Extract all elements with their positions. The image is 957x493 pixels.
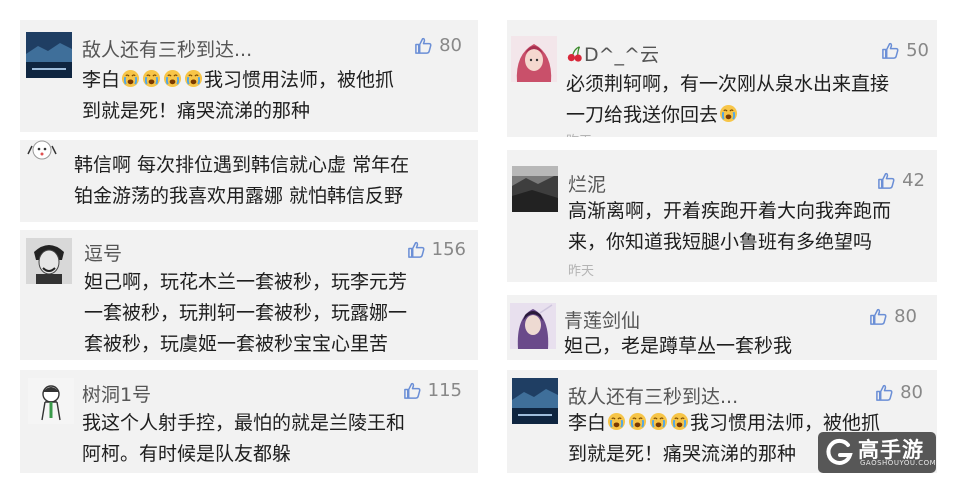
- thumbs-up-icon: [882, 42, 899, 59]
- text-segment: 李白: [82, 69, 121, 91]
- like-button[interactable]: 42: [877, 170, 925, 191]
- watermark-url: GAOSHOUYOU.COM: [860, 459, 937, 467]
- comment-text: 我这个人射手控，最怕的就是兰陵王和 阿柯。有时候是队友都躲: [82, 408, 405, 470]
- like-count: 50: [906, 40, 929, 61]
- site-watermark: 高手游 GAOSHOUYOU.COM: [818, 432, 936, 473]
- like-count: 115: [427, 380, 462, 401]
- like-count: 80: [439, 35, 462, 56]
- text-segment: 我习惯用法师，被他抓: [204, 69, 395, 91]
- username[interactable]: D^_^云: [566, 40, 659, 67]
- username[interactable]: 树洞1号: [82, 380, 151, 407]
- user-avatar[interactable]: [512, 378, 558, 424]
- comment-card: 敌人还有三秒到达... 80 李白 我习惯用法师，被他抓 到就是死！痛哭流涕的那种: [20, 20, 478, 132]
- user-avatar[interactable]: [22, 140, 68, 162]
- comment-text: 高渐离啊，开着疾跑开着大向我奔跑而 来，你知道我短腿小鲁班有多绝望吗: [568, 196, 891, 258]
- thumbs-up-icon: [878, 172, 895, 189]
- comment-line: 套被秒，玩虞姬一套被秒宝宝心里苦: [84, 333, 389, 355]
- crying-face-emoji: [607, 412, 626, 431]
- like-button[interactable]: 80: [869, 306, 917, 327]
- like-count: 156: [431, 239, 466, 260]
- crying-face-emoji: [121, 69, 140, 88]
- crying-face-emoji: [649, 412, 668, 431]
- like-count: 80: [900, 382, 923, 403]
- comment-line: 妲己啊，玩花木兰一套被秒，玩李元芳: [84, 271, 408, 293]
- comment-line: 韩信啊 每次排位遇到韩信就心虚 常年在: [74, 154, 410, 176]
- comment-line: 我这个人射手控，最怕的就是兰陵王和: [82, 412, 406, 434]
- thumbs-up-icon: [407, 241, 425, 258]
- like-button[interactable]: 115: [403, 380, 462, 401]
- comment-card: 树洞1号 115 我这个人射手控，最怕的就是兰陵王和 阿柯。有时候是队友都躲: [20, 370, 478, 473]
- like-count: 42: [902, 170, 925, 191]
- comment-line: 到就是死！痛哭流涕的那种: [82, 100, 311, 122]
- comment-line: 一刀给我送你回去: [566, 100, 889, 131]
- comment-line: 李白 我习惯用法师，被他抓: [82, 65, 394, 96]
- like-count: 80: [894, 306, 917, 327]
- user-avatar[interactable]: [512, 166, 558, 212]
- like-button[interactable]: 80: [875, 382, 923, 403]
- username[interactable]: 敌人还有三秒到达...: [568, 382, 738, 409]
- comment-line: 来，你知道我短腿小鲁班有多绝望吗: [568, 231, 873, 253]
- comment-line: 必须荆轲啊，有一次刚从泉水出来直接: [566, 73, 890, 95]
- user-avatar[interactable]: [510, 303, 556, 349]
- username-text: D^_^云: [584, 44, 659, 66]
- crying-face-emoji: [719, 104, 738, 123]
- username[interactable]: 敌人还有三秒到达...: [82, 35, 252, 62]
- comment-line: 阿柯。有时候是队友都躲: [82, 443, 292, 465]
- comment-line: 高渐离啊，开着疾跑开着大向我奔跑而: [568, 200, 892, 222]
- thumbs-up-icon: [870, 308, 887, 325]
- comment-card: D^_^云 50 必须荆轲啊，有一次刚从泉水出来直接 一刀给我送你回去 昨天: [507, 20, 937, 137]
- user-avatar[interactable]: [26, 238, 72, 284]
- comment-card: 韩信啊 每次排位遇到韩信就心虚 常年在 铂金游荡的我喜欢用露娜 就怕韩信反野: [20, 140, 478, 222]
- timestamp: 昨天: [568, 264, 595, 279]
- username[interactable]: 青莲剑仙: [564, 306, 640, 333]
- comment-card: 青莲剑仙 80 妲己，老是蹲草丛一套秒我: [507, 295, 937, 360]
- comment-text: 妲己啊，玩花木兰一套被秒，玩李元芳 一套被秒，玩荆轲一套被秒，玩露娜一 套被秒，…: [84, 267, 407, 360]
- username[interactable]: 逗号: [84, 239, 122, 266]
- user-avatar[interactable]: [511, 36, 557, 82]
- like-button[interactable]: 80: [414, 35, 462, 56]
- thumbs-up-icon: [403, 382, 421, 399]
- thumbs-up-icon: [415, 37, 432, 54]
- cherry-icon: [567, 46, 582, 62]
- comment-line: 妲己，老是蹲草丛一套秒我: [564, 335, 793, 357]
- comment-line: 铂金游荡的我喜欢用露娜 就怕韩信反野: [74, 185, 404, 207]
- timestamp: 昨天: [566, 130, 592, 137]
- gaoshouyou-logo-icon: [826, 438, 853, 465]
- crying-face-emoji: [628, 412, 647, 431]
- comment-card: 烂泥 42 高渐离啊，开着疾跑开着大向我奔跑而 来，你知道我短腿小鲁班有多绝望吗…: [507, 150, 937, 282]
- crying-face-emoji: [163, 69, 182, 88]
- comment-text: 必须荆轲啊，有一次刚从泉水出来直接 一刀给我送你回去: [566, 69, 889, 131]
- user-avatar[interactable]: [26, 32, 72, 78]
- crying-face-emoji: [184, 69, 203, 88]
- comment-card: 逗号 156 妲己啊，玩花木兰一套被秒，玩李元芳 一套被秒，玩荆轲一套被秒，玩露…: [20, 230, 478, 360]
- crying-face-emoji: [670, 412, 689, 431]
- text-segment: 我习惯用法师，被他抓: [690, 412, 881, 434]
- comment-text: 韩信啊 每次排位遇到韩信就心虚 常年在 铂金游荡的我喜欢用露娜 就怕韩信反野: [74, 150, 409, 212]
- text-segment: 一刀给我送你回去: [566, 104, 719, 126]
- thumbs-up-icon: [876, 384, 893, 401]
- comment-line: 一套被秒，玩荆轲一套被秒，玩露娜一: [84, 302, 408, 324]
- like-button[interactable]: 156: [407, 239, 466, 260]
- user-avatar[interactable]: [28, 378, 74, 424]
- like-button[interactable]: 50: [881, 40, 929, 61]
- crying-face-emoji: [142, 69, 161, 88]
- comment-text: 李白 我习惯用法师，被他抓 到就是死！痛哭流涕的那种: [82, 65, 394, 127]
- comment-text: 妲己，老是蹲草丛一套秒我: [564, 331, 792, 360]
- username[interactable]: 烂泥: [568, 170, 606, 197]
- text-segment: 李白: [568, 412, 607, 434]
